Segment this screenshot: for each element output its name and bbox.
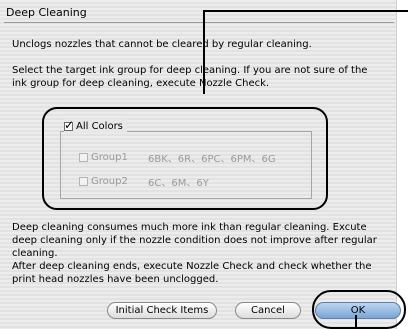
warning-text: Deep cleaning consumes much more ink tha… <box>12 221 392 260</box>
select-line-1: Select the target ink group for deep cle… <box>12 65 368 76</box>
warning-line-3: cleaning. <box>12 248 58 259</box>
group2-label: Group2 <box>91 176 128 187</box>
ok-button[interactable]: OK <box>315 302 401 319</box>
select-instructions: Select the target ink group for deep cle… <box>12 64 388 90</box>
intro-text: Unclogs nozzles that cannot be cleared b… <box>12 38 388 51</box>
checkbox-checked-icon[interactable] <box>64 118 74 132</box>
title-divider <box>4 22 394 23</box>
group2-checkbox[interactable] <box>79 177 88 186</box>
warning-line-2: deep cleaning only if the nozzle conditi… <box>12 235 377 246</box>
group1-row: Group1 6BK、6R、6PC、6PM、6G <box>79 150 276 165</box>
all-colors-checkbox[interactable]: All Colors <box>64 118 127 133</box>
warning-line-1: Deep cleaning consumes much more ink tha… <box>12 222 367 233</box>
all-colors-label: All Colors <box>76 120 123 132</box>
initial-check-items-button[interactable]: Initial Check Items <box>107 302 217 319</box>
cancel-button[interactable]: Cancel <box>235 302 301 319</box>
after-line-2: print head nozzles have been unclogged. <box>12 274 219 285</box>
group1-label: Group1 <box>91 152 128 163</box>
screenshot-root: Deep Cleaning Unclogs nozzles that canno… <box>0 0 408 329</box>
group2-inks: 6C、6M、6Y <box>148 178 209 189</box>
group1-checkbox[interactable] <box>79 153 88 162</box>
group1-inks: 6BK、6R、6PC、6PM、6G <box>148 154 276 165</box>
after-cleaning-text: After deep cleaning ends, execute Nozzle… <box>12 260 392 286</box>
intro-line: Unclogs nozzles that cannot be cleared b… <box>12 39 312 50</box>
group2-row: Group2 6C、6M、6Y <box>79 174 209 189</box>
after-line-1: After deep cleaning ends, execute Nozzle… <box>12 261 372 272</box>
deep-cleaning-dialog: Deep Cleaning Unclogs nozzles that canno… <box>0 0 401 329</box>
dialog-title: Deep Cleaning <box>6 6 87 19</box>
select-line-2: ink group for deep cleaning, execute Noz… <box>12 78 270 89</box>
